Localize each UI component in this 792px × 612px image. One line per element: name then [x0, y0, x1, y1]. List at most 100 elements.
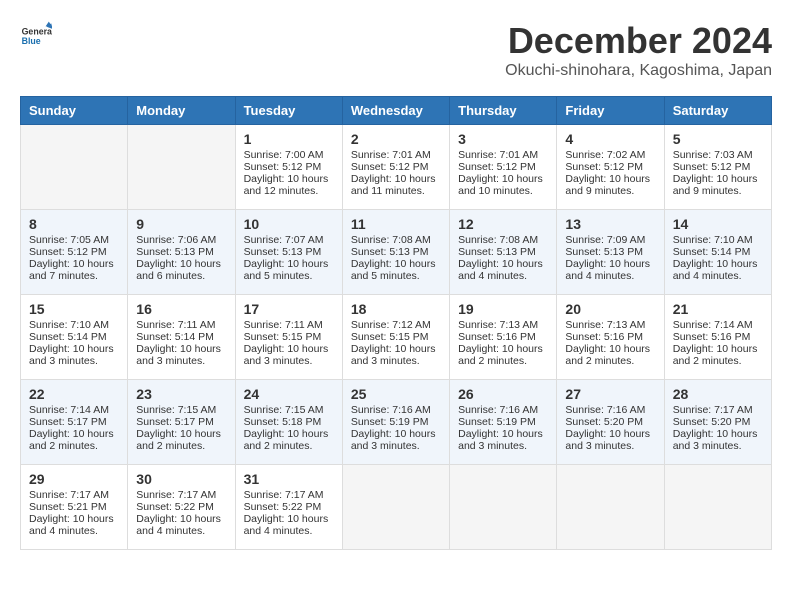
- calendar-cell: 10 Sunrise: 7:07 AM Sunset: 5:13 PM Dayl…: [235, 210, 342, 295]
- calendar-cell: 13 Sunrise: 7:09 AM Sunset: 5:13 PM Dayl…: [557, 210, 664, 295]
- sunrise: Sunrise: 7:08 AM: [458, 234, 538, 246]
- sunset: Sunset: 5:20 PM: [673, 416, 751, 428]
- calendar-cell: 27 Sunrise: 7:16 AM Sunset: 5:20 PM Dayl…: [557, 380, 664, 465]
- calendar-cell: 17 Sunrise: 7:11 AM Sunset: 5:15 PM Dayl…: [235, 295, 342, 380]
- sunset: Sunset: 5:12 PM: [673, 161, 751, 173]
- calendar-subtitle: Okuchi-shinohara, Kagoshima, Japan: [505, 62, 772, 80]
- sunset: Sunset: 5:12 PM: [244, 161, 322, 173]
- calendar-cell: [342, 465, 449, 550]
- calendar-cell: [557, 465, 664, 550]
- daylight: Daylight: 10 hours and 4 minutes.: [244, 513, 329, 537]
- sunset: Sunset: 5:22 PM: [136, 501, 214, 513]
- sunset: Sunset: 5:12 PM: [458, 161, 536, 173]
- sunset: Sunset: 5:14 PM: [29, 331, 107, 343]
- daylight: Daylight: 10 hours and 9 minutes.: [565, 173, 650, 197]
- sunset: Sunset: 5:15 PM: [351, 331, 429, 343]
- day-number: 13: [565, 216, 655, 232]
- daylight: Daylight: 10 hours and 10 minutes.: [458, 173, 543, 197]
- daylight: Daylight: 10 hours and 5 minutes.: [244, 258, 329, 282]
- daylight: Daylight: 10 hours and 2 minutes.: [673, 343, 758, 367]
- sunrise: Sunrise: 7:17 AM: [136, 489, 216, 501]
- col-tuesday: Tuesday: [235, 97, 342, 125]
- sunset: Sunset: 5:12 PM: [29, 246, 107, 258]
- sunrise: Sunrise: 7:17 AM: [673, 404, 753, 416]
- sunset: Sunset: 5:15 PM: [244, 331, 322, 343]
- day-number: 11: [351, 216, 441, 232]
- daylight: Daylight: 10 hours and 12 minutes.: [244, 173, 329, 197]
- sunrise: Sunrise: 7:15 AM: [136, 404, 216, 416]
- sunrise: Sunrise: 7:02 AM: [565, 149, 645, 161]
- sunrise: Sunrise: 7:05 AM: [29, 234, 109, 246]
- sunrise: Sunrise: 7:13 AM: [458, 319, 538, 331]
- sunset: Sunset: 5:13 PM: [565, 246, 643, 258]
- daylight: Daylight: 10 hours and 2 minutes.: [136, 428, 221, 452]
- logo: General Blue: [20, 20, 56, 52]
- calendar-cell: 14 Sunrise: 7:10 AM Sunset: 5:14 PM Dayl…: [664, 210, 771, 295]
- day-number: 2: [351, 131, 441, 147]
- sunset: Sunset: 5:20 PM: [565, 416, 643, 428]
- day-number: 28: [673, 386, 763, 402]
- sunset: Sunset: 5:13 PM: [458, 246, 536, 258]
- sunrise: Sunrise: 7:01 AM: [458, 149, 538, 161]
- daylight: Daylight: 10 hours and 4 minutes.: [136, 513, 221, 537]
- sunrise: Sunrise: 7:10 AM: [29, 319, 109, 331]
- sunrise: Sunrise: 7:10 AM: [673, 234, 753, 246]
- calendar-week-0: 1 Sunrise: 7:00 AM Sunset: 5:12 PM Dayli…: [21, 125, 772, 210]
- sunrise: Sunrise: 7:14 AM: [673, 319, 753, 331]
- daylight: Daylight: 10 hours and 4 minutes.: [29, 513, 114, 537]
- calendar-cell: [450, 465, 557, 550]
- sunset: Sunset: 5:12 PM: [351, 161, 429, 173]
- col-friday: Friday: [557, 97, 664, 125]
- sunset: Sunset: 5:16 PM: [673, 331, 751, 343]
- calendar-cell: 4 Sunrise: 7:02 AM Sunset: 5:12 PM Dayli…: [557, 125, 664, 210]
- calendar-cell: 11 Sunrise: 7:08 AM Sunset: 5:13 PM Dayl…: [342, 210, 449, 295]
- sunset: Sunset: 5:16 PM: [458, 331, 536, 343]
- daylight: Daylight: 10 hours and 2 minutes.: [565, 343, 650, 367]
- calendar-cell: 18 Sunrise: 7:12 AM Sunset: 5:15 PM Dayl…: [342, 295, 449, 380]
- daylight: Daylight: 10 hours and 3 minutes.: [351, 428, 436, 452]
- daylight: Daylight: 10 hours and 3 minutes.: [458, 428, 543, 452]
- sunrise: Sunrise: 7:06 AM: [136, 234, 216, 246]
- calendar-cell: 15 Sunrise: 7:10 AM Sunset: 5:14 PM Dayl…: [21, 295, 128, 380]
- col-monday: Monday: [128, 97, 235, 125]
- day-number: 22: [29, 386, 119, 402]
- day-number: 25: [351, 386, 441, 402]
- sunrise: Sunrise: 7:11 AM: [244, 319, 323, 331]
- calendar-cell: 30 Sunrise: 7:17 AM Sunset: 5:22 PM Dayl…: [128, 465, 235, 550]
- daylight: Daylight: 10 hours and 4 minutes.: [458, 258, 543, 282]
- daylight: Daylight: 10 hours and 7 minutes.: [29, 258, 114, 282]
- sunset: Sunset: 5:13 PM: [351, 246, 429, 258]
- sunrise: Sunrise: 7:15 AM: [244, 404, 324, 416]
- daylight: Daylight: 10 hours and 3 minutes.: [244, 343, 329, 367]
- day-number: 20: [565, 301, 655, 317]
- daylight: Daylight: 10 hours and 2 minutes.: [29, 428, 114, 452]
- sunrise: Sunrise: 7:16 AM: [458, 404, 538, 416]
- day-number: 24: [244, 386, 334, 402]
- calendar-cell: 12 Sunrise: 7:08 AM Sunset: 5:13 PM Dayl…: [450, 210, 557, 295]
- sunrise: Sunrise: 7:17 AM: [244, 489, 324, 501]
- day-number: 26: [458, 386, 548, 402]
- daylight: Daylight: 10 hours and 3 minutes.: [673, 428, 758, 452]
- calendar-cell: 22 Sunrise: 7:14 AM Sunset: 5:17 PM Dayl…: [21, 380, 128, 465]
- col-saturday: Saturday: [664, 97, 771, 125]
- daylight: Daylight: 10 hours and 3 minutes.: [136, 343, 221, 367]
- day-number: 27: [565, 386, 655, 402]
- logo-icon: General Blue: [20, 20, 52, 52]
- sunset: Sunset: 5:14 PM: [673, 246, 751, 258]
- svg-text:General: General: [22, 26, 52, 36]
- calendar-cell: 29 Sunrise: 7:17 AM Sunset: 5:21 PM Dayl…: [21, 465, 128, 550]
- daylight: Daylight: 10 hours and 11 minutes.: [351, 173, 436, 197]
- sunset: Sunset: 5:14 PM: [136, 331, 214, 343]
- daylight: Daylight: 10 hours and 5 minutes.: [351, 258, 436, 282]
- day-number: 29: [29, 471, 119, 487]
- day-number: 30: [136, 471, 226, 487]
- sunset: Sunset: 5:19 PM: [351, 416, 429, 428]
- day-number: 9: [136, 216, 226, 232]
- day-number: 23: [136, 386, 226, 402]
- col-thursday: Thursday: [450, 97, 557, 125]
- sunset: Sunset: 5:18 PM: [244, 416, 322, 428]
- sunrise: Sunrise: 7:16 AM: [565, 404, 645, 416]
- day-number: 8: [29, 216, 119, 232]
- day-number: 31: [244, 471, 334, 487]
- sunrise: Sunrise: 7:07 AM: [244, 234, 324, 246]
